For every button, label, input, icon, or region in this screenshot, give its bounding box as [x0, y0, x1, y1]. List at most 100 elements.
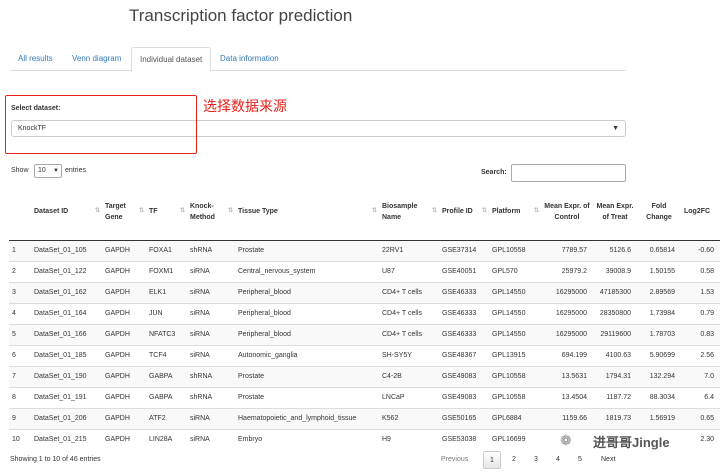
cell-mean-expr-treat: 4100.63 — [593, 344, 637, 366]
cell-profile-id: GSE53038 — [439, 428, 489, 450]
cell-target-gene: GAPDH — [102, 344, 146, 366]
table-row[interactable]: 3 DataSet_01_162 GAPDH ELK1 siRNA Peripheral_… — [9, 281, 720, 303]
cell-tf: NFATC3 — [146, 323, 187, 345]
cell-fold-change: 1.78703 — [637, 323, 681, 345]
column-header-log2fc[interactable]: Log2FC — [681, 184, 720, 241]
cell-tf: FOXM1 — [146, 260, 187, 282]
cell-dataset-id: DataSet_01_105 — [31, 239, 102, 261]
table-row[interactable]: 1 DataSet_01_105 GAPDH FOXA1 shRNA Prostate 22… — [9, 239, 720, 261]
table-header-row: Dataset ID ⇅ Target Gene ⇅ TF ⇅ Knock-Metho… — [9, 184, 720, 241]
cell-mean-expr-control: 25979.2 — [541, 260, 593, 282]
cell-tissue-type: Prostate — [235, 386, 379, 408]
cell-dataset-id: DataSet_01_185 — [31, 344, 102, 366]
cell-log2fc: 0.58 — [681, 260, 720, 282]
cell-mean-expr-treat: 1187.72 — [593, 386, 637, 408]
cell-fold-change: 1.56919 — [637, 407, 681, 429]
cell-mean-expr-control: 16295000 — [541, 302, 593, 324]
cell-target-gene: GAPDH — [102, 365, 146, 387]
cell-knock-method: siRNA — [187, 302, 235, 324]
cell-fold-change: 5.90699 — [637, 344, 681, 366]
column-header-target-gene[interactable]: Target Gene ⇅ — [102, 184, 146, 241]
cell-mean-expr-treat: 29119600 — [593, 323, 637, 345]
table-row[interactable]: 4 DataSet_01_164 GAPDH JUN siRNA Peripheral_b… — [9, 302, 720, 324]
column-header-fold-change[interactable]: Fold Change — [637, 184, 681, 241]
annotation-text: 选择数据来源 — [203, 98, 287, 114]
pagination-page-3[interactable]: 3 — [527, 451, 545, 469]
tab-data-information[interactable]: Data information — [212, 47, 287, 71]
cell-tf: GABPA — [146, 365, 187, 387]
column-header-index[interactable] — [9, 184, 31, 241]
cell-knock-method: siRNA — [187, 344, 235, 366]
cell-mean-expr-control: 1159.66 — [541, 407, 593, 429]
column-header-tissue-type[interactable]: Tissue Type ⇅ — [235, 184, 379, 241]
column-header-mean-expr-treat[interactable]: Mean Expr. of Treat — [593, 184, 637, 241]
cell-knock-method: shRNA — [187, 365, 235, 387]
table-row[interactable]: 9 DataSet_01_206 GAPDH ATF2 siRNA Haematopoie… — [9, 407, 720, 429]
cell-platform: GPL14550 — [489, 281, 541, 303]
cell-dataset-id: DataSet_01_166 — [31, 323, 102, 345]
table-row[interactable]: 2 DataSet_01_122 GAPDH FOXM1 siRNA Central_ne… — [9, 260, 720, 282]
cell-dataset-id: DataSet_01_215 — [31, 428, 102, 450]
cell-index: 2 — [9, 260, 31, 282]
pagination-page-2[interactable]: 2 — [505, 451, 523, 469]
cell-log2fc: 0.79 — [681, 302, 720, 324]
pagination-next[interactable]: Next — [601, 451, 615, 469]
cell-knock-method: siRNA — [187, 323, 235, 345]
cell-biosample-name: 22RV1 — [379, 239, 439, 261]
cell-dataset-id: DataSet_01_206 — [31, 407, 102, 429]
tab-all-results[interactable]: All results — [10, 47, 61, 71]
cell-platform: GPL10558 — [489, 386, 541, 408]
cell-fold-change: 88.3034 — [637, 386, 681, 408]
column-header-dataset-id[interactable]: Dataset ID ⇅ — [31, 184, 102, 241]
table-row[interactable]: 8 DataSet_01_191 GAPDH GABPA shRNA Prostate LN… — [9, 386, 720, 408]
column-header-knock-method[interactable]: Knock-Method ⇅ — [187, 184, 235, 241]
cell-profile-id: GSE46333 — [439, 323, 489, 345]
table-info: Showing 1 to 10 of 46 entries — [10, 456, 101, 463]
sort-icon: ⇅ — [533, 208, 539, 214]
cell-platform: GPL16699 — [489, 428, 541, 450]
entries-length-select[interactable]: 10 ▼ — [34, 164, 62, 178]
pagination-page-1[interactable]: 1 — [483, 451, 501, 469]
cell-mean-expr-control: 16295000 — [541, 281, 593, 303]
caret-down-icon: ▼ — [53, 168, 59, 174]
cell-tissue-type: Central_nervous_system — [235, 260, 379, 282]
pagination-page-5[interactable]: 5 — [571, 451, 589, 469]
cell-target-gene: GAPDH — [102, 281, 146, 303]
sort-icon: ⇅ — [94, 208, 100, 214]
cell-tf: ELK1 — [146, 281, 187, 303]
pagination-page-4[interactable]: 4 — [549, 451, 567, 469]
cell-profile-id: GSE40051 — [439, 260, 489, 282]
cell-tf: TCF4 — [146, 344, 187, 366]
cell-biosample-name: SH-SY5Y — [379, 344, 439, 366]
cell-platform: GPL14550 — [489, 302, 541, 324]
pagination-previous[interactable]: Previous — [441, 451, 468, 469]
cell-platform: GPL570 — [489, 260, 541, 282]
cell-log2fc: 1.53 — [681, 281, 720, 303]
column-header-mean-expr-control[interactable]: Mean Expr. of Control — [541, 184, 593, 241]
table-row[interactable]: 6 DataSet_01_185 GAPDH TCF4 siRNA Autonomic_g… — [9, 344, 720, 366]
sort-icon: ⇅ — [371, 208, 377, 214]
search-input[interactable] — [511, 164, 626, 182]
cell-knock-method: siRNA — [187, 281, 235, 303]
tab-venn-diagram[interactable]: Venn diagram — [64, 47, 129, 71]
table-row[interactable]: 7 DataSet_01_190 GAPDH GABPA shRNA Prostate C4… — [9, 365, 720, 387]
cell-mean-expr-treat: 5126.6 — [593, 239, 637, 261]
column-header-platform[interactable]: Platform ⇅ — [489, 184, 541, 241]
column-header-profile-id[interactable]: Profile ID ⇅ — [439, 184, 489, 241]
cell-tissue-type: Haematopoietic_and_lymphoid_tissue — [235, 407, 379, 429]
cell-platform: GPL10558 — [489, 239, 541, 261]
cell-log2fc: -0.60 — [681, 239, 720, 261]
cell-mean-expr-control: 694.199 — [541, 344, 593, 366]
column-header-tf[interactable]: TF ⇅ — [146, 184, 187, 241]
column-header-biosample-name[interactable]: Biosample Name ⇅ — [379, 184, 439, 241]
cell-index: 3 — [9, 281, 31, 303]
tab-individual-dataset[interactable]: Individual dataset — [131, 47, 212, 72]
cell-dataset-id: DataSet_01_162 — [31, 281, 102, 303]
cell-tissue-type: Prostate — [235, 239, 379, 261]
caret-down-icon: ▼ — [612, 125, 619, 132]
cell-profile-id: GSE46333 — [439, 302, 489, 324]
cell-knock-method: siRNA — [187, 428, 235, 450]
table-row[interactable]: 5 DataSet_01_166 GAPDH NFATC3 siRNA Periphera… — [9, 323, 720, 345]
cell-index: 7 — [9, 365, 31, 387]
watermark: ❁ 进哥哥Jingle — [560, 429, 720, 453]
